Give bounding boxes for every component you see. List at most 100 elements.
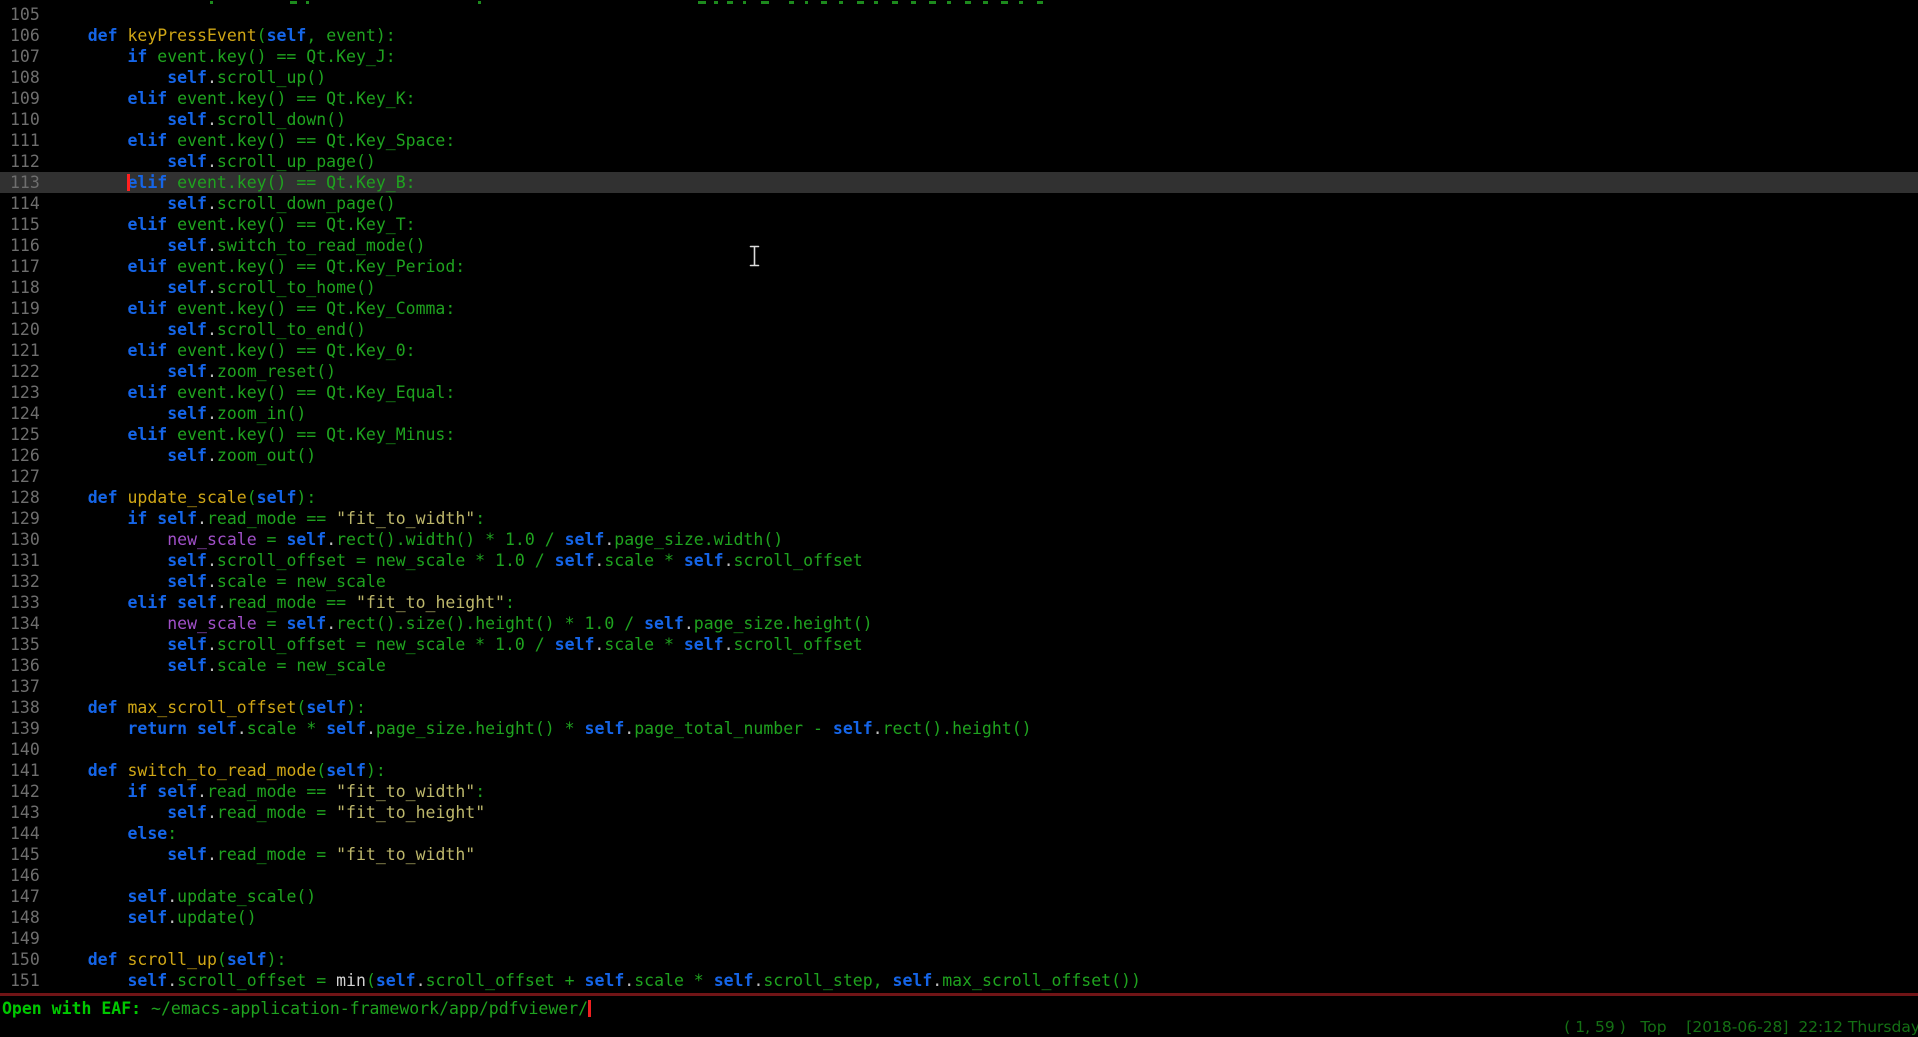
code-token: ( — [316, 761, 326, 780]
code-token: self — [167, 551, 207, 570]
code-line[interactable]: 120 self.scroll_to_end() — [0, 319, 1918, 340]
code-token: event.key() == Qt.Key_Equal: — [177, 383, 455, 402]
code-token — [48, 971, 127, 990]
code-text: new_scale = self.rect().width() * 1.0 / … — [48, 529, 783, 550]
code-line[interactable]: 109 elif event.key() == Qt.Key_K: — [0, 88, 1918, 109]
code-line[interactable]: 113 elif event.key() == Qt.Key_B: — [0, 172, 1918, 193]
code-text: self.scroll_to_end() — [48, 319, 366, 340]
code-line[interactable]: 108 self.scroll_up() — [0, 67, 1918, 88]
code-line[interactable]: 114 self.scroll_down_page() — [0, 193, 1918, 214]
code-line[interactable]: 106 def keyPressEvent(self, event): — [0, 25, 1918, 46]
code-token: def — [88, 26, 128, 45]
emacs-frame: 105106 def keyPressEvent(self, event):10… — [0, 0, 1918, 1037]
code-line[interactable]: 128 def update_scale(self): — [0, 487, 1918, 508]
minibuffer-prompt: Open with EAF: — [2, 999, 151, 1018]
code-token: . — [207, 845, 217, 864]
code-token: return — [127, 719, 197, 738]
code-line[interactable]: 151 self.scroll_offset = min(self.scroll… — [0, 970, 1918, 991]
code-token: scroll_up_page() — [217, 152, 376, 171]
minibuffer: Open with EAF: ~/emacs-application-frame… — [0, 996, 1918, 1037]
code-line[interactable]: 126 self.zoom_out() — [0, 445, 1918, 466]
code-line[interactable]: 110 self.scroll_down() — [0, 109, 1918, 130]
code-line[interactable]: 122 self.zoom_reset() — [0, 361, 1918, 382]
code-line[interactable]: 112 self.scroll_up_page() — [0, 151, 1918, 172]
code-token: self — [286, 530, 326, 549]
code-token: if — [127, 782, 157, 801]
code-token: . — [207, 320, 217, 339]
line-number: 125 — [10, 424, 40, 445]
code-line[interactable]: 127 — [0, 466, 1918, 487]
code-line[interactable]: 124 self.zoom_in() — [0, 403, 1918, 424]
code-line[interactable]: 131 self.scroll_offset = new_scale * 1.0… — [0, 550, 1918, 571]
code-line[interactable]: 148 self.update() — [0, 907, 1918, 928]
code-line[interactable]: 145 self.read_mode = "fit_to_width" — [0, 844, 1918, 865]
code-line[interactable]: 140 — [0, 739, 1918, 760]
code-line[interactable]: 133 elif self.read_mode == "fit_to_heigh… — [0, 592, 1918, 613]
code-token: . — [594, 551, 604, 570]
line-number: 118 — [10, 277, 40, 298]
code-line[interactable]: 115 elif event.key() == Qt.Key_T: — [0, 214, 1918, 235]
code-line[interactable]: 116 self.switch_to_read_mode() — [0, 235, 1918, 256]
code-token: = — [257, 530, 287, 549]
code-line[interactable]: 142 if self.read_mode == "fit_to_width": — [0, 781, 1918, 802]
code-line[interactable]: 139 return self.scale * self.page_size.h… — [0, 718, 1918, 739]
line-number: 116 — [10, 235, 40, 256]
code-line[interactable]: 149 — [0, 928, 1918, 949]
code-token: self — [555, 551, 595, 570]
code-line[interactable]: 107 if event.key() == Qt.Key_J: — [0, 46, 1918, 67]
code-line[interactable]: 141 def switch_to_read_mode(self): — [0, 760, 1918, 781]
code-line[interactable]: 105 — [0, 4, 1918, 25]
code-token: self — [167, 446, 207, 465]
line-number: 106 — [10, 25, 40, 46]
code-token: self — [167, 236, 207, 255]
code-line[interactable]: 111 elif event.key() == Qt.Key_Space: — [0, 130, 1918, 151]
code-text: self.zoom_in() — [48, 403, 306, 424]
code-token: . — [724, 551, 734, 570]
code-token: scale * — [634, 971, 713, 990]
code-line[interactable]: 143 self.read_mode = "fit_to_height" — [0, 802, 1918, 823]
minibuffer-input[interactable]: Open with EAF: ~/emacs-application-frame… — [2, 999, 591, 1018]
code-line[interactable]: 117 elif event.key() == Qt.Key_Period: — [0, 256, 1918, 277]
code-token: self — [585, 971, 625, 990]
line-number: 145 — [10, 844, 40, 865]
code-line[interactable]: 144 else: — [0, 823, 1918, 844]
code-line[interactable]: 132 self.scale = new_scale — [0, 571, 1918, 592]
code-line[interactable]: 129 if self.read_mode == "fit_to_width": — [0, 508, 1918, 529]
code-line[interactable]: 125 elif event.key() == Qt.Key_Minus: — [0, 424, 1918, 445]
code-line[interactable]: 146 — [0, 865, 1918, 886]
code-token: read_mode == — [207, 782, 336, 801]
code-line[interactable]: 123 elif event.key() == Qt.Key_Equal: — [0, 382, 1918, 403]
code-buffer[interactable]: 105106 def keyPressEvent(self, event):10… — [0, 0, 1918, 993]
code-token: scroll_up() — [217, 68, 326, 87]
code-token: ( — [257, 26, 267, 45]
code-text: self.scroll_offset = new_scale * 1.0 / s… — [48, 634, 863, 655]
code-token: scale * — [247, 719, 326, 738]
code-token — [48, 593, 127, 612]
code-line[interactable]: 136 self.scale = new_scale — [0, 655, 1918, 676]
code-line[interactable]: 138 def max_scroll_offset(self): — [0, 697, 1918, 718]
line-number: 129 — [10, 508, 40, 529]
code-token: . — [207, 446, 217, 465]
code-line[interactable]: 118 self.scroll_to_home() — [0, 277, 1918, 298]
line-number: 134 — [10, 613, 40, 634]
code-token: . — [416, 971, 426, 990]
code-text: self.scroll_down_page() — [48, 193, 396, 214]
code-token: page_size.width() — [614, 530, 783, 549]
line-number: 127 — [10, 466, 40, 487]
code-line[interactable]: 137 — [0, 676, 1918, 697]
code-text: self.read_mode = "fit_to_height" — [48, 802, 485, 823]
code-token: . — [604, 530, 614, 549]
code-line[interactable]: 150 def scroll_up(self): — [0, 949, 1918, 970]
code-token: self — [555, 635, 595, 654]
code-token — [48, 635, 167, 654]
code-token: page_size.height() * — [376, 719, 585, 738]
code-line[interactable]: 119 elif event.key() == Qt.Key_Comma: — [0, 298, 1918, 319]
code-line[interactable]: 121 elif event.key() == Qt.Key_0: — [0, 340, 1918, 361]
code-line[interactable]: 130 new_scale = self.rect().width() * 1.… — [0, 529, 1918, 550]
line-number: 130 — [10, 529, 40, 550]
code-line[interactable]: 134 new_scale = self.rect().size().heigh… — [0, 613, 1918, 634]
code-line[interactable]: 135 self.scroll_offset = new_scale * 1.0… — [0, 634, 1918, 655]
code-token — [48, 446, 167, 465]
code-text: else: — [48, 823, 177, 844]
code-line[interactable]: 147 self.update_scale() — [0, 886, 1918, 907]
